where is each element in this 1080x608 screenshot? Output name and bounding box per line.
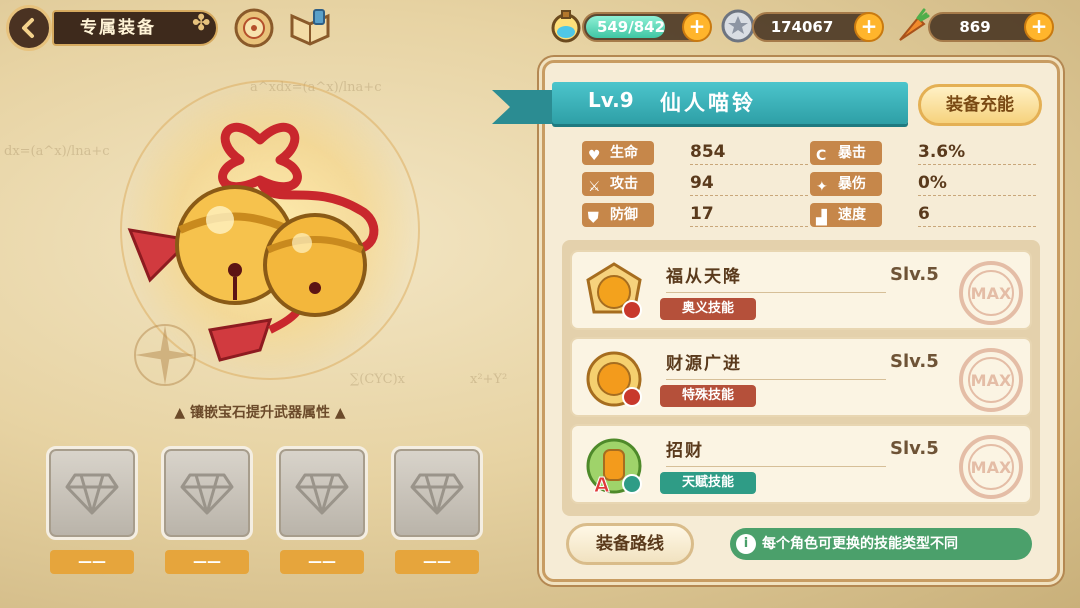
- lucky-bell-equipment-art: [127, 122, 379, 362]
- heart-icon: ♥: [588, 148, 601, 164]
- svg-text:MAX: MAX: [971, 458, 1012, 477]
- gem-slot-4[interactable]: [391, 446, 483, 540]
- stat-label: C 暴击: [810, 141, 882, 165]
- skill-wealth-icon: [586, 351, 642, 407]
- stat-label: ✦ 暴伤: [810, 172, 882, 196]
- stamina-value: 549/842: [596, 18, 666, 36]
- skill-lucky-cat-icon: A: [586, 438, 642, 498]
- divider: [666, 466, 886, 467]
- skill-name: 财源广进: [666, 354, 742, 374]
- coin-counter: 174067 +: [752, 12, 884, 42]
- stat-value: 6: [918, 203, 1036, 227]
- equipment-name-ribbon: Lv.9 仙人喵铃: [492, 82, 912, 126]
- gem-placeholder-icon: [295, 473, 349, 515]
- skill-info-tip: i 每个角色可更换的技能类型不同: [730, 528, 1032, 560]
- skill-card[interactable]: 财源广进 特殊技能 Slv.5 MAX: [570, 337, 1032, 417]
- stat-value: 854: [690, 141, 808, 165]
- skill-name: 福从天降: [666, 267, 742, 287]
- svg-text:A: A: [594, 473, 610, 497]
- stat-speed: ▟ 速度 6: [810, 203, 1040, 227]
- coin-icon: [721, 9, 755, 43]
- stat-value: 3.6%: [918, 141, 1036, 165]
- stat-defense: ⛊ 防御 17: [582, 203, 812, 227]
- gem-placeholder-icon: [410, 473, 464, 515]
- gem-slot-2[interactable]: [161, 446, 253, 540]
- info-text: 每个角色可更换的技能类型不同: [762, 536, 958, 552]
- sword-icon: ⚔: [588, 179, 601, 195]
- stat-label: ▟ 速度: [810, 203, 882, 227]
- gem-placeholder-icon: [180, 473, 234, 515]
- shield-icon: ⛊: [588, 210, 599, 226]
- divider: [666, 379, 886, 380]
- equipment-route-button[interactable]: 装备路线: [566, 523, 694, 565]
- carrot-counter: 869 +: [928, 12, 1054, 42]
- max-stamp-icon: MAX: [959, 348, 1023, 412]
- gem-slot-3[interactable]: [276, 446, 368, 540]
- stat-attack: ⚔ 攻击 94: [582, 172, 812, 196]
- formula-text: ∑(CYC)x: [350, 372, 406, 387]
- max-stamp-icon: MAX: [959, 435, 1023, 499]
- crit-damage-icon: ✦: [816, 179, 828, 195]
- stat-label: ⚔ 攻击: [582, 172, 654, 196]
- gem-placeholder-icon: [65, 473, 119, 515]
- formula-text: dx=(a^x)/lna+c: [4, 144, 110, 159]
- back-arrow-icon: [22, 18, 34, 38]
- skill-card[interactable]: 福从天降 奥义技能 Slv.5 MAX: [570, 250, 1032, 330]
- add-stamina-button[interactable]: +: [682, 12, 712, 42]
- boot-icon: ▟: [816, 210, 827, 226]
- info-icon: i: [736, 534, 756, 554]
- stat-value: 0%: [918, 172, 1036, 196]
- skill-type-badge: 奥义技能: [660, 298, 756, 320]
- skill-card[interactable]: A 招财 天赋技能 Slv.5 MAX: [570, 424, 1032, 504]
- stat-value: 17: [690, 203, 808, 227]
- gem-slot-label: ——: [280, 550, 364, 574]
- triangle-icon: ▲: [330, 405, 346, 421]
- skill-type-badge: 特殊技能: [660, 385, 756, 407]
- svg-text:MAX: MAX: [971, 371, 1012, 390]
- gem-slot-label: ——: [50, 550, 134, 574]
- svg-text:MAX: MAX: [971, 284, 1012, 303]
- gem-hint: ▲ 镶嵌宝石提升武器属性 ▲: [130, 402, 390, 422]
- skill-type-badge: 天赋技能: [660, 472, 756, 494]
- equipment-level: Lv.9: [588, 88, 634, 112]
- equipment-charge-button[interactable]: 装备充能: [918, 84, 1042, 126]
- triangle-icon: ▲: [174, 405, 190, 421]
- stamina-counter: 549/842 +: [582, 12, 712, 42]
- add-coins-button[interactable]: +: [854, 12, 884, 42]
- stamina-potion-icon: [551, 10, 581, 43]
- gem-slot-label: ——: [395, 550, 479, 574]
- astrolabe-icon[interactable]: [230, 6, 278, 50]
- skill-level: Slv.5: [890, 351, 939, 372]
- stat-label: ⛊ 防御: [582, 203, 654, 227]
- skill-level: Slv.5: [890, 438, 939, 459]
- skill-name: 招财: [666, 441, 704, 461]
- gem-slot-label: ——: [165, 550, 249, 574]
- max-stamp-icon: MAX: [959, 261, 1023, 325]
- stat-hp: ♥ 生命 854: [582, 141, 812, 165]
- stat-crit-damage: ✦ 暴伤 0%: [810, 172, 1040, 196]
- back-button[interactable]: [6, 5, 52, 51]
- coin-value: 174067: [770, 18, 834, 36]
- equipment-name: 仙人喵铃: [660, 91, 756, 115]
- stat-value: 94: [690, 172, 808, 196]
- stat-crit: C 暴击 3.6%: [810, 141, 1040, 165]
- carrot-icon: [899, 8, 930, 41]
- formula-text: x²+Y²: [470, 372, 508, 387]
- gem-slot-1[interactable]: [46, 446, 138, 540]
- gem-hint-text: 镶嵌宝石提升武器属性: [190, 405, 330, 421]
- book-icon[interactable]: [286, 6, 334, 50]
- carrot-value: 869: [959, 18, 991, 36]
- clover-icon: ✤: [192, 11, 211, 36]
- skill-fortune-icon: [586, 262, 642, 320]
- stat-label: ♥ 生命: [582, 141, 654, 165]
- add-carrots-button[interactable]: +: [1024, 12, 1054, 42]
- crit-icon: C: [816, 148, 827, 164]
- divider: [666, 292, 886, 293]
- skill-level: Slv.5: [890, 264, 939, 285]
